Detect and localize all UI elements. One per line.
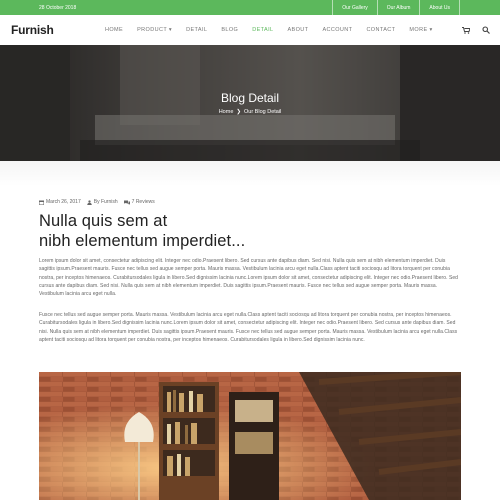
breadcrumb: Home ❯ Our Blog Detail (0, 109, 500, 115)
post-meta: March 26, 2017 By Furnish 7 Reviews (39, 199, 155, 205)
comments-icon (123, 200, 130, 205)
post-reviews: 7 Reviews (123, 199, 155, 205)
nav-menu: HOME PRODUCT ▾ DETAIL BLOG DETAIL ABOUT … (105, 15, 447, 45)
breadcrumb-separator-icon: ❯ (236, 109, 241, 115)
site-logo[interactable]: Furnish (11, 23, 54, 37)
nav-icons (462, 15, 490, 45)
post-date-text: March 26, 2017 (46, 199, 81, 205)
post-title-line-1: Nulla quis sem at (39, 212, 168, 230)
top-link-about[interactable]: About Us (419, 0, 460, 15)
post-paragraph-1: Lorem ipsum dolor sit amet, consectetur … (39, 258, 459, 298)
page-title: Blog Detail (220, 91, 280, 105)
top-bar: 28 October 2018 Our Gallery Our Album Ab… (0, 0, 500, 15)
calendar-icon (39, 200, 44, 205)
top-link-gallery[interactable]: Our Gallery (332, 0, 377, 15)
nav-item-detail-active[interactable]: DETAIL (252, 27, 273, 33)
post-title-line-2: nibh elementum imperdiet... (39, 232, 246, 250)
breadcrumb-home[interactable]: Home (219, 109, 234, 115)
post-paragraph-2: Fusce nec tellus sed augue semper porta.… (39, 312, 458, 343)
top-links: Our Gallery Our Album About Us (332, 0, 460, 15)
post-title: Nulla quis sem at nibh elementum imperdi… (39, 211, 339, 251)
search-icon[interactable] (482, 26, 490, 34)
top-link-album[interactable]: Our Album (376, 0, 420, 15)
nav-item-home[interactable]: HOME (105, 27, 123, 33)
nav-item-detail[interactable]: DETAIL (186, 27, 207, 33)
nav-item-product[interactable]: PRODUCT ▾ (137, 27, 172, 33)
post-reviews-text[interactable]: 7 Reviews (132, 199, 155, 205)
top-date: 28 October 2018 (39, 4, 77, 11)
blog-content: March 26, 2017 By Furnish 7 Reviews Null… (0, 161, 500, 500)
cart-icon[interactable] (462, 26, 470, 34)
main-nav: Furnish HOME PRODUCT ▾ DETAIL BLOG DETAI… (0, 15, 500, 45)
nav-item-about[interactable]: ABOUT (287, 27, 308, 33)
nav-item-contact[interactable]: CONTACT (366, 27, 395, 33)
user-icon (87, 199, 92, 205)
nav-item-account[interactable]: ACCOUNT (322, 27, 352, 33)
post-author-text[interactable]: By Furnish (94, 199, 118, 205)
nav-item-more[interactable]: MORE ▾ (409, 27, 432, 33)
post-image (39, 372, 461, 500)
breadcrumb-current: Our Blog Detail (243, 109, 282, 115)
nav-item-blog[interactable]: BLOG (221, 27, 238, 33)
post-date: March 26, 2017 (39, 199, 81, 205)
hero-banner: Blog Detail Home ❯ Our Blog Detail (0, 45, 500, 161)
bookshelf-photo (39, 372, 461, 500)
post-author: By Furnish (87, 199, 118, 205)
